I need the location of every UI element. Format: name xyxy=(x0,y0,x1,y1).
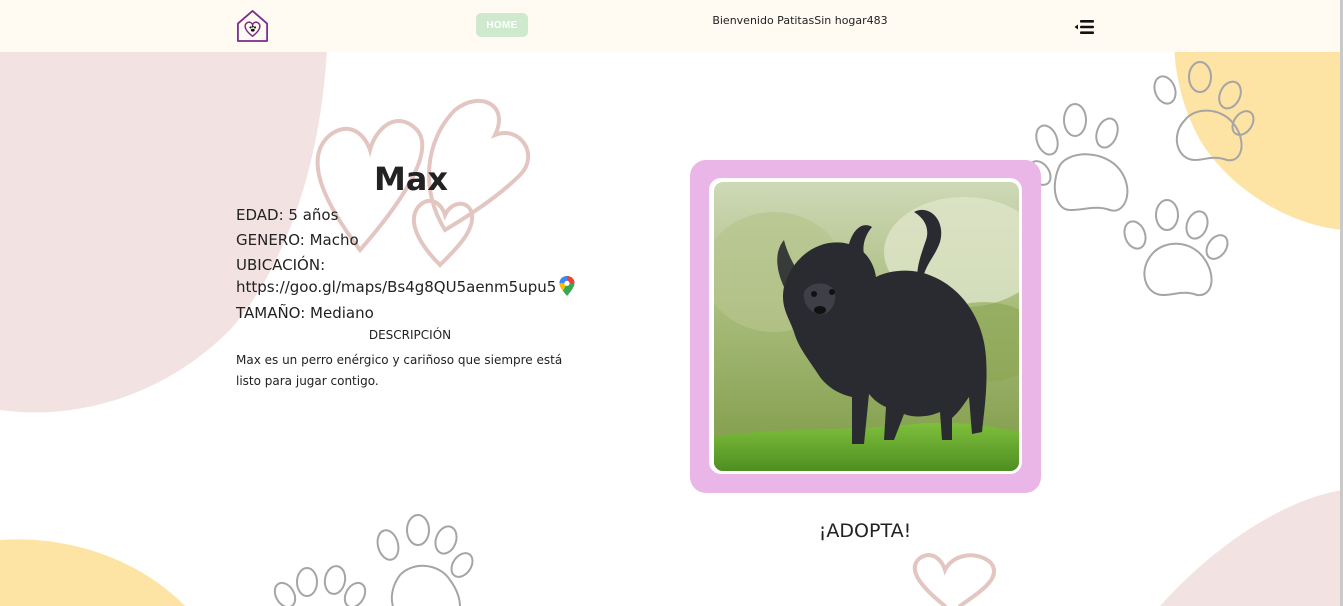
location-map-link[interactable]: https://goo.gl/maps/Bs4g8QU5aenm5upu5 xyxy=(236,278,556,296)
description-heading: DESCRIPCIÓN xyxy=(368,328,452,342)
home-button[interactable]: HOME xyxy=(476,13,528,37)
pet-name-title: Max xyxy=(373,160,449,198)
description-text: Max es un perro enérgico y cariñoso que … xyxy=(236,353,563,388)
pet-photo xyxy=(714,182,1019,471)
pet-detail-content: Max EDAD: 5 años GENERO: Macho UBICACIÓN… xyxy=(0,0,1343,606)
pet-photo-frame xyxy=(690,160,1041,493)
pet-size: TAMAÑO: Mediano xyxy=(236,304,374,322)
top-navbar: HOME Bienvenido PatitasSin hogar483 xyxy=(0,0,1343,52)
map-pin-icon[interactable] xyxy=(558,275,576,297)
house-heart-paw-logo-icon[interactable] xyxy=(235,8,270,43)
pet-age: EDAD: 5 años xyxy=(236,206,339,224)
menu-collapse-icon[interactable] xyxy=(1073,18,1095,36)
adopt-button[interactable]: ¡ADOPTA! xyxy=(780,520,950,542)
pet-photo-mat xyxy=(709,178,1022,474)
pet-location-label: UBICACIÓN: xyxy=(236,256,326,274)
pet-gender: GENERO: Macho xyxy=(236,231,359,249)
welcome-message: Bienvenido PatitasSin hogar483 xyxy=(712,14,888,27)
pet-location-row: https://goo.gl/maps/Bs4g8QU5aenm5upu5 xyxy=(236,275,576,297)
